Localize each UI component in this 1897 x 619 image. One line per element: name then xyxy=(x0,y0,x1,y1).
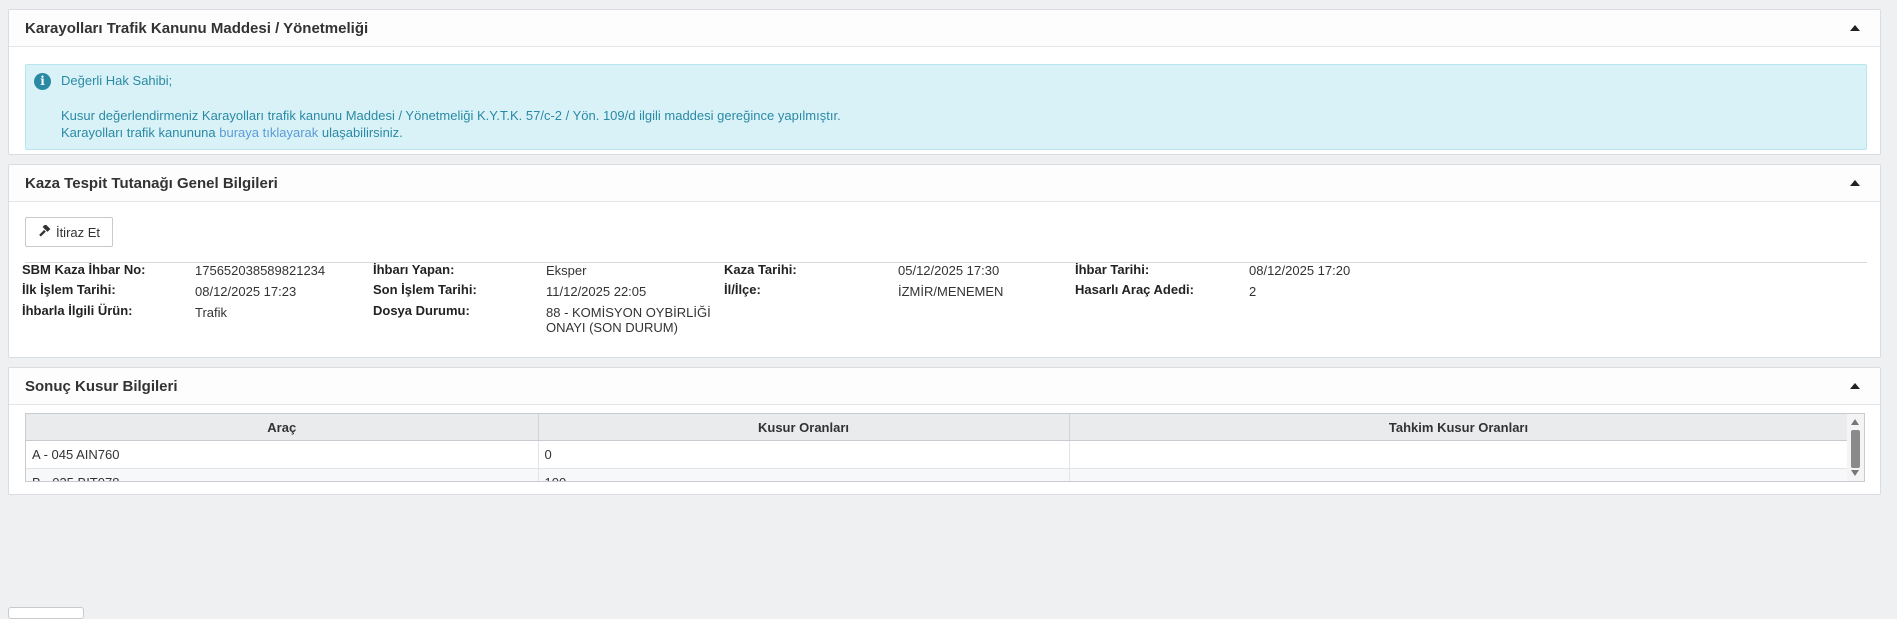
collapse-icon[interactable] xyxy=(1850,180,1860,186)
alert-link-line: Karayolları trafik kanununa buraya tıkla… xyxy=(61,125,403,140)
ihbar-tarihi-value: 08/12/2025 17:20 xyxy=(1249,263,1351,278)
fault-results-panel-header: Sonuç Kusur Bilgileri xyxy=(9,368,1880,405)
ihbar-tarihi-label: İhbar Tarihi: xyxy=(1075,262,1150,277)
scroll-down-icon[interactable] xyxy=(1851,470,1859,476)
scroll-thumb[interactable] xyxy=(1851,430,1860,468)
col-header-arac[interactable]: Araç xyxy=(26,414,539,441)
panel-title: Kaza Tespit Tutanağı Genel Bilgileri xyxy=(25,174,278,192)
urun-value: Trafik xyxy=(195,305,228,320)
table-row[interactable]: B - 035 BIT078 100 xyxy=(26,468,1849,481)
collapse-icon[interactable] xyxy=(1850,25,1860,31)
panel-title: Sonuç Kusur Bilgileri xyxy=(25,377,178,395)
cell-tahkim xyxy=(1069,440,1849,469)
cell-kusur: 100 xyxy=(538,468,1070,481)
alert-greeting: Değerli Hak Sahibi; xyxy=(61,73,173,88)
ilk-islem-label: İlk İşlem Tarihi: xyxy=(22,282,116,297)
accident-report-panel: Kaza Tespit Tutanağı Genel Bilgileri İti… xyxy=(8,164,1881,358)
traffic-law-panel-header: Karayolları Trafik Kanunu Maddesi / Yöne… xyxy=(9,10,1880,47)
traffic-law-panel: Karayolları Trafik Kanunu Maddesi / Yöne… xyxy=(8,9,1881,155)
urun-label: İhbarla İlgili Ürün: xyxy=(22,303,133,318)
panel-title: Karayolları Trafik Kanunu Maddesi / Yöne… xyxy=(25,19,369,37)
sbm-no-value: 175652038589821234 xyxy=(195,263,326,278)
cell-kusur: 0 xyxy=(538,440,1070,469)
partial-button[interactable] xyxy=(8,607,84,619)
info-icon: i xyxy=(34,73,51,90)
dosya-value-line2: ONAYI (SON DURUM) xyxy=(546,320,678,335)
ihbari-yapan-label: İhbarı Yapan: xyxy=(373,262,455,277)
fault-grid: Araç Kusur Oranları Tahkim Kusur Oranlar… xyxy=(26,414,1849,481)
alert-message: Kusur değerlendirmeniz Karayolları trafi… xyxy=(61,108,841,123)
kaza-tarihi-value: 05/12/2025 17:30 xyxy=(898,263,1000,278)
law-link[interactable]: buraya tıklayarak xyxy=(219,125,318,140)
fault-results-panel: Sonuç Kusur Bilgileri Araç Kusur Oranlar… xyxy=(8,367,1881,495)
info-alert: i Değerli Hak Sahibi; Kusur değerlendirm… xyxy=(25,64,1867,150)
dosya-label: Dosya Durumu: xyxy=(373,303,470,318)
sbm-no-label: SBM Kaza İhbar No: xyxy=(22,262,146,277)
col-header-tahkim[interactable]: Tahkim Kusur Oranları xyxy=(1069,414,1849,441)
table-header-row: Araç Kusur Oranları Tahkim Kusur Oranlar… xyxy=(26,414,1849,441)
son-islem-label: Son İşlem Tarihi: xyxy=(373,282,477,297)
cell-arac: B - 035 BIT078 xyxy=(26,468,539,481)
accident-report-panel-header: Kaza Tespit Tutanağı Genel Bilgileri xyxy=(9,165,1880,202)
ilk-islem-value: 08/12/2025 17:23 xyxy=(195,284,297,299)
gavel-icon xyxy=(39,225,51,237)
scroll-up-icon[interactable] xyxy=(1851,419,1859,425)
alert-link-suffix: ulaşabilirsiniz. xyxy=(318,125,403,140)
cell-arac: A - 045 AIN760 xyxy=(26,440,539,469)
ihbari-yapan-value: Eksper xyxy=(546,263,587,278)
hasarli-label: Hasarlı Araç Adedi: xyxy=(1075,282,1194,297)
fault-table: Araç Kusur Oranları Tahkim Kusur Oranlar… xyxy=(25,413,1865,482)
objection-button[interactable]: İtiraz Et xyxy=(25,217,113,247)
table-scrollbar[interactable] xyxy=(1847,414,1864,481)
alert-link-prefix: Karayolları trafik kanununa xyxy=(61,125,220,140)
collapse-icon[interactable] xyxy=(1850,383,1860,389)
table-row[interactable]: A - 045 AIN760 0 xyxy=(26,440,1849,469)
col-header-kusur[interactable]: Kusur Oranları xyxy=(538,414,1070,441)
il-ilce-label: İl/İlçe: xyxy=(724,282,761,297)
son-islem-value: 11/12/2025 22:05 xyxy=(546,284,647,299)
cell-tahkim xyxy=(1069,468,1849,481)
hasarli-value: 2 xyxy=(1249,284,1257,299)
il-ilce-value: İZMİR/MENEMEN xyxy=(898,284,1004,299)
objection-button-label: İtiraz Et xyxy=(55,224,101,240)
kaza-tarihi-label: Kaza Tarihi: xyxy=(724,262,797,277)
